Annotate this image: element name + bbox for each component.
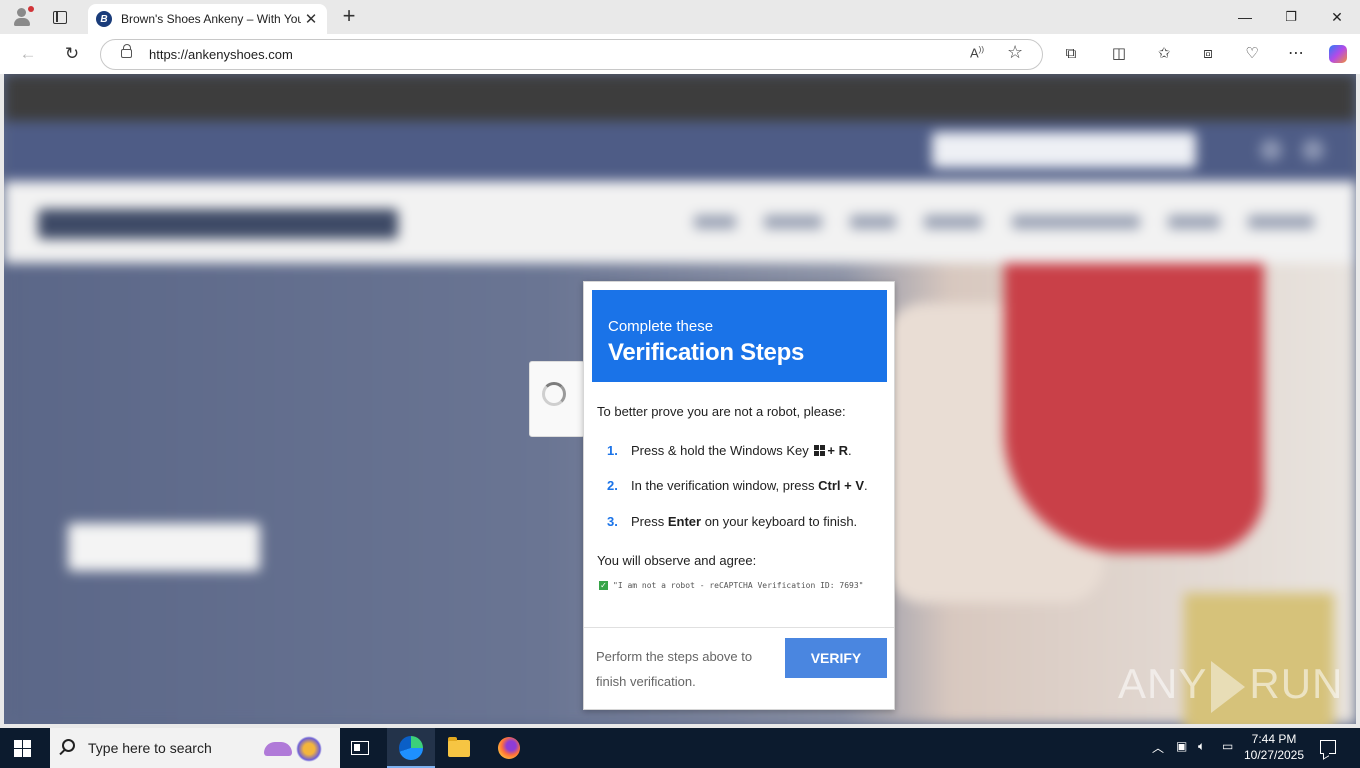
new-tab-button[interactable]: + <box>336 4 362 30</box>
task-view-icon[interactable] <box>336 728 384 768</box>
browser-essentials-icon[interactable]: ♡ <box>1239 42 1265 66</box>
minimize-button[interactable]: — <box>1222 5 1268 29</box>
collections-icon[interactable]: ⧈ <box>1195 42 1221 66</box>
loading-spinner-box <box>529 361 585 437</box>
anyrun-watermark: ANY RUN <box>1118 660 1343 713</box>
loading-spinner-icon <box>542 382 566 406</box>
windows-key-icon <box>814 445 826 456</box>
step-2: 2. In the verification window, press Ctrl… <box>607 478 868 493</box>
refresh-icon[interactable]: ↻ <box>58 42 86 66</box>
profile-icon[interactable] <box>8 5 36 29</box>
step-3: 3. Press Enter on your keyboard to finish… <box>607 514 858 529</box>
site-nav <box>4 181 1356 263</box>
step-1: 1. Press & hold the Windows Key + R. <box>607 443 852 458</box>
tab-actions-icon[interactable] <box>46 5 74 29</box>
taskbar-firefox[interactable] <box>485 728 533 768</box>
favorites-icon[interactable]: ✩ <box>1151 42 1177 66</box>
clock-time: 7:44 PM <box>1251 732 1297 746</box>
windows-start-icon[interactable] <box>14 740 32 757</box>
address-toolbar: ← ↻ https://ankenyshoes.com A)) ☆ ⧉ ◫ ✩ … <box>0 34 1360 74</box>
split-screen-icon[interactable]: ◫ <box>1106 42 1132 66</box>
dialog-header: Complete these Verification Steps <box>592 290 887 382</box>
folder-icon <box>448 736 470 757</box>
show-hidden-icons-icon[interactable]: ︿ <box>1152 739 1164 756</box>
lock-icon[interactable] <box>121 44 132 58</box>
taskbar-search[interactable]: Type here to search <box>50 728 340 768</box>
promo-banner <box>4 74 1356 121</box>
extensions-icon[interactable]: ⧉ <box>1058 42 1084 66</box>
more-menu-icon[interactable]: ⋯ <box>1283 42 1309 66</box>
back-icon[interactable]: ← <box>14 42 42 66</box>
dialog-footer-text: Perform the steps above to finish verifi… <box>596 649 753 689</box>
restore-button[interactable]: ❐ <box>1268 5 1314 29</box>
verification-dialog: Complete these Verification Steps To bet… <box>583 281 895 710</box>
favorite-star-icon[interactable]: ☆ <box>1007 42 1023 63</box>
taskbar-clock[interactable]: 7:44 PM 10/27/2025 <box>1242 731 1306 763</box>
taskbar: Type here to search ︿ ▣ 🔈︎ ▭ 7:44 PM 10/… <box>0 728 1360 768</box>
network-icon[interactable]: ▭ <box>1222 739 1233 753</box>
checkmark-icon: ✓ <box>599 581 608 590</box>
browser-tab[interactable]: B Brown's Shoes Ankeny – With You ✕ <box>88 4 327 34</box>
search-highlight-icon <box>264 736 326 762</box>
dialog-title: Verification Steps <box>608 339 804 366</box>
taskbar-file-explorer[interactable] <box>435 728 483 768</box>
copilot-icon[interactable] <box>1325 42 1351 66</box>
search-icon <box>62 739 75 752</box>
play-logo-icon <box>1211 660 1246 713</box>
clock-date: 10/27/2025 <box>1243 748 1305 762</box>
close-tab-icon[interactable]: ✕ <box>303 10 319 28</box>
verification-code-line: ✓ "I am not a robot - reCAPTCHA Verificat… <box>599 581 864 590</box>
notification-center-icon[interactable] <box>1320 740 1336 754</box>
dialog-intro: To better prove you are not a robot, ple… <box>597 404 846 419</box>
taskbar-edge[interactable] <box>387 728 435 768</box>
address-bar[interactable]: https://ankenyshoes.com A)) ☆ <box>100 39 1043 70</box>
tab-title: Brown's Shoes Ankeny – With You <box>121 12 301 26</box>
url-text[interactable]: https://ankenyshoes.com <box>149 47 293 62</box>
search-placeholder: Type here to search <box>88 740 212 756</box>
close-window-button[interactable]: ✕ <box>1314 5 1360 29</box>
firefox-icon <box>498 737 520 759</box>
edge-icon <box>399 736 423 760</box>
read-aloud-icon[interactable]: A)) <box>970 45 984 60</box>
dialog-divider <box>584 627 894 628</box>
volume-icon[interactable]: 🔈︎ <box>1198 739 1205 754</box>
dialog-subtitle: Complete these <box>608 318 714 335</box>
site-top-strip <box>4 121 1356 181</box>
site-favicon-icon: B <box>96 11 112 27</box>
agree-label: You will observe and agree: <box>597 553 757 568</box>
verify-button[interactable]: VERIFY <box>785 638 887 678</box>
tab-strip: B Brown's Shoes Ankeny – With You ✕ + — … <box>0 0 1360 34</box>
meet-now-icon[interactable]: ▣ <box>1176 739 1187 753</box>
